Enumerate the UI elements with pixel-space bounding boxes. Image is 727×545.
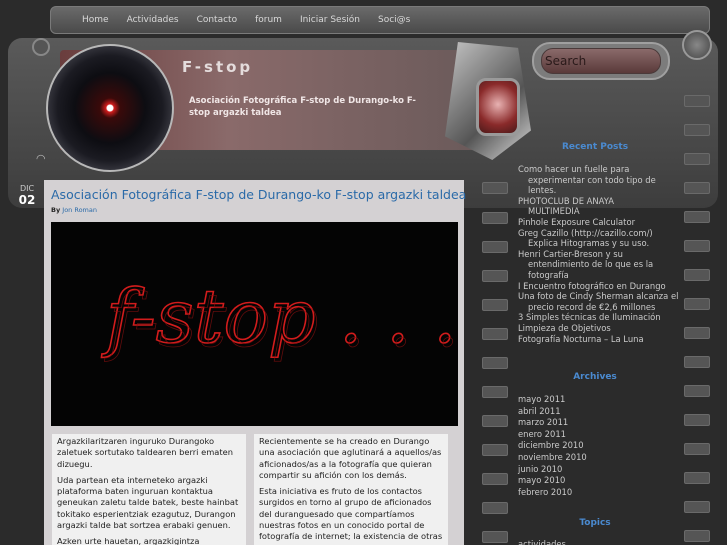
post-date-month: DIC [19, 184, 35, 193]
film-strip-hole [684, 327, 710, 339]
recent-post-link[interactable]: PHOTOCLUB DE ANAYA [518, 196, 678, 207]
archive-link[interactable]: junio 2010 [518, 464, 587, 476]
topics-list: actividades [518, 539, 566, 545]
film-strip-hole [482, 531, 508, 543]
archive-link[interactable]: diciembre 2010 [518, 440, 587, 452]
recent-post-link[interactable]: Una foto de Cindy Sherman alcanza el [518, 291, 678, 302]
film-strip-hole [482, 328, 508, 340]
film-strip-hole [684, 95, 710, 107]
film-strip-hole [684, 443, 710, 455]
archive-link[interactable]: marzo 2011 [518, 417, 587, 429]
post-paragraph: Argazkilaritzaren inguruko Durangoko zal… [57, 436, 233, 469]
top-navigation: Home Actividades Contacto forum Iniciar … [50, 6, 710, 34]
camera-lens-logo[interactable] [46, 44, 174, 172]
film-strip-hole [684, 385, 710, 397]
post-title[interactable]: Asociación Fotográfica F-stop de Durango… [51, 187, 466, 202]
film-strip-hole [684, 211, 710, 223]
recent-post-link[interactable]: Limpieza de Objetivos [518, 323, 678, 334]
recent-post-link[interactable]: experimentar con todo tipo de [518, 175, 678, 186]
film-strip-hole [482, 473, 508, 485]
film-strip-hole [482, 502, 508, 514]
film-strip-hole [684, 269, 710, 281]
post-byline: By Jon Roman [51, 206, 97, 214]
archives-heading: Archives [573, 372, 617, 382]
film-strip-hole [482, 212, 508, 224]
rss-icon[interactable]: ◠ [36, 152, 46, 165]
post-date: DIC 02 [16, 184, 38, 218]
nav-contacto[interactable]: Contacto [194, 15, 253, 25]
recent-post-link[interactable]: lentes. [518, 185, 678, 196]
archive-link[interactable]: enero 2011 [518, 429, 587, 441]
gear-icon [32, 38, 50, 56]
recent-post-link[interactable]: Greg Cazillo (http://cazillo.com/) [518, 228, 678, 239]
film-strip-hole [684, 414, 710, 426]
archive-link[interactable]: noviembre 2010 [518, 452, 587, 464]
byline-label: By [51, 206, 61, 214]
spotlight-lens [476, 78, 520, 136]
post-paragraph: Esta iniciativa es fruto de los contacto… [259, 486, 443, 545]
nav-forum[interactable]: forum [252, 15, 297, 25]
recent-post-link[interactable]: precio record de €2,6 millones [518, 302, 678, 313]
topics-heading: Topics [579, 518, 611, 528]
recent-post-link[interactable]: Henri Cartier-Breson y su [518, 249, 678, 260]
film-strip-hole [684, 124, 710, 136]
archive-link[interactable]: abril 2011 [518, 406, 587, 418]
topic-link[interactable]: actividades [518, 539, 566, 545]
film-strip-hole [684, 240, 710, 252]
archives-list: mayo 2011 abril 2011 marzo 2011 enero 20… [518, 394, 587, 498]
recent-post-link[interactable]: Pinhole Exposure Calculator [518, 217, 678, 228]
film-strip-hole [482, 241, 508, 253]
recent-post-link[interactable]: MULTIMEDIA [518, 206, 678, 217]
film-strip-hole [684, 153, 710, 165]
post-paragraph: Recientemente se ha creado en Durango un… [259, 436, 442, 480]
light-painting-trail: f-stop . . . [104, 278, 458, 364]
film-strip-hole [482, 444, 508, 456]
post-column-spanish: Recientemente se ha creado en Durango un… [254, 434, 448, 545]
post-author-link[interactable]: Jon Roman [62, 206, 97, 214]
film-strip-hole [684, 472, 710, 484]
search-input[interactable] [541, 48, 661, 74]
nav-iniciar-sesion[interactable]: Iniciar Sesión [297, 15, 375, 25]
film-strip-hole [482, 299, 508, 311]
post-image: f-stop . . . f-stop . . . [51, 222, 458, 426]
search-knob-icon [682, 30, 712, 60]
film-strip-hole [482, 270, 508, 282]
film-strip-hole [684, 356, 710, 368]
archive-link[interactable]: febrero 2010 [518, 487, 587, 499]
film-strip-hole [684, 501, 710, 513]
recent-posts-list: Como hacer un fuelle para experimentar c… [518, 164, 678, 344]
film-strip-hole [482, 386, 508, 398]
film-strip-hole [684, 530, 710, 542]
post-paragraph: Azken urte hauetan, argazkigintza tradiz… [57, 536, 200, 545]
film-strip-hole [482, 357, 508, 369]
site-title[interactable]: F-stop [182, 58, 253, 76]
recent-post-link[interactable]: 3 Simples técnicas de Iluminación [518, 312, 678, 323]
recent-post-link[interactable]: Como hacer un fuelle para [518, 164, 678, 175]
archive-link[interactable]: mayo 2011 [518, 394, 587, 406]
site-description: Asociación Fotográfica F-stop de Durango… [189, 96, 416, 118]
post-date-day: 02 [18, 193, 36, 207]
recent-post-link[interactable]: Fotografía Nocturna – La Luna [518, 334, 678, 345]
nav-home[interactable]: Home [79, 15, 124, 25]
post-paragraph: Uda partean eta interneteko argazki plat… [57, 474, 239, 531]
nav-actividades[interactable]: Actividades [124, 15, 194, 25]
recent-posts-heading: Recent Posts [561, 142, 629, 152]
film-strip-hole [684, 298, 710, 310]
film-strip-hole [482, 182, 508, 194]
archive-link[interactable]: mayo 2010 [518, 475, 587, 487]
recent-post-link[interactable]: Explica Hitogramas y su uso. [518, 238, 678, 249]
film-strip-hole [482, 415, 508, 427]
nav-socios[interactable]: Soci@s [375, 15, 425, 25]
recent-post-link[interactable]: fotografía [518, 270, 678, 281]
post-column-basque: Argazkilaritzaren inguruko Durangoko zal… [52, 434, 246, 545]
film-strip-hole [684, 182, 710, 194]
recent-post-link[interactable]: entendimiento de lo que es la [518, 259, 678, 270]
recent-post-link[interactable]: I Encuentro fotográfico en Durango [518, 281, 678, 292]
